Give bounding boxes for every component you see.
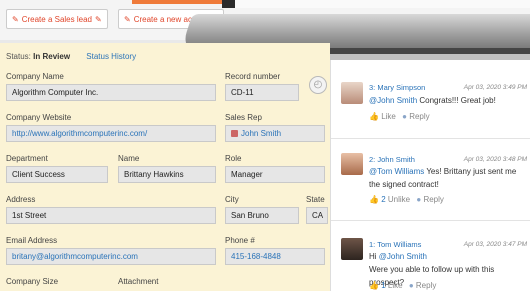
- company-size-label: Company Size: [6, 277, 59, 286]
- mention-link[interactable]: @Tom Williams: [369, 167, 424, 176]
- comment-number: 1:: [369, 240, 376, 249]
- comment-author: 2: John Smith: [369, 155, 415, 164]
- reply-button[interactable]: Reply: [409, 112, 429, 121]
- comment-author: 1: Tom Williams: [369, 240, 421, 249]
- comment-actions: 👍 2 Unlike ● Reply: [369, 195, 444, 204]
- city-label: City: [225, 195, 239, 204]
- thumbs-up-icon: 👍: [369, 195, 379, 204]
- pin-icon: ✎: [12, 14, 19, 24]
- email-label: Email Address: [6, 236, 58, 245]
- status-line: Status: In Review Status History: [6, 52, 136, 61]
- company-website-label: Company Website: [6, 113, 72, 122]
- phone-label: Phone #: [225, 236, 255, 245]
- state-field[interactable]: CA: [306, 207, 328, 224]
- comment-number: 2:: [369, 155, 376, 164]
- status-label: Status:: [6, 52, 31, 61]
- pin-icon: ✎: [124, 14, 131, 24]
- comment-author: 3: Mary Simpson: [369, 83, 425, 92]
- sales-rep-avatar: [231, 130, 238, 137]
- avatar: [341, 238, 363, 260]
- speech-bubble-icon: ●: [416, 195, 422, 204]
- role-label: Role: [225, 154, 242, 163]
- address-field[interactable]: 1st Street: [6, 207, 216, 224]
- like-button[interactable]: Like: [388, 281, 403, 290]
- create-sales-lead-label: Create a Sales lead: [21, 14, 92, 24]
- comment-date: Apr 03, 2020 3:48 PM: [463, 156, 527, 163]
- thumbs-up-icon: 👍: [369, 112, 379, 121]
- phone-field[interactable]: 415-168-4848: [225, 248, 325, 265]
- comment-body: @John Smith Congrats!!! Great job!: [369, 94, 524, 107]
- record-number-label: Record number: [225, 72, 281, 81]
- comment-author-link[interactable]: Tom Williams: [377, 240, 421, 249]
- comment-author-link[interactable]: Mary Simpson: [377, 83, 425, 92]
- comment-body: @Tom Williams Yes! Brittany just sent me…: [369, 165, 524, 191]
- comment-prefix: Hi: [369, 252, 379, 261]
- avatar: [341, 82, 363, 104]
- sales-rep-field[interactable]: John Smith: [225, 125, 325, 142]
- comment-date: Apr 03, 2020 3:47 PM: [463, 241, 527, 248]
- comment-date: Apr 03, 2020 3:49 PM: [463, 84, 527, 91]
- comment-actions: 👍 Like ● Reply: [369, 112, 430, 121]
- comment-text: Congrats!!! Great job!: [417, 96, 496, 105]
- sales-rep-label: Sales Rep: [225, 113, 262, 122]
- department-field[interactable]: Client Success: [6, 166, 108, 183]
- pin-icon: ✎: [94, 14, 102, 24]
- reply-button[interactable]: Reply: [423, 195, 443, 204]
- company-name-label: Company Name: [6, 72, 64, 81]
- like-count: 1: [381, 281, 386, 290]
- status-history-link[interactable]: Status History: [86, 52, 136, 61]
- mention-link[interactable]: @John Smith: [369, 96, 417, 105]
- status-value: In Review: [33, 52, 71, 61]
- email-field[interactable]: britany@algorithmcomputerinc.com: [6, 248, 216, 265]
- state-label: State: [306, 195, 325, 204]
- active-tab-indicator: [132, 0, 224, 4]
- divider: [331, 138, 530, 139]
- attachment-label: Attachment: [118, 277, 159, 286]
- speech-bubble-icon: ●: [408, 281, 414, 290]
- laptop-screen: [235, 0, 530, 8]
- avatar: [341, 153, 363, 175]
- company-name-field[interactable]: Algorithm Computer Inc.: [6, 84, 216, 101]
- name-label: Name: [118, 154, 140, 163]
- company-website-field[interactable]: http://www.algorithmcomputerinc.com/: [6, 125, 216, 142]
- comments-panel: 3: Mary Simpson Apr 03, 2020 3:49 PM @Jo…: [330, 60, 530, 291]
- thumbs-up-icon: 👍: [369, 281, 379, 290]
- record-number-field[interactable]: CD-11: [225, 84, 299, 101]
- role-field[interactable]: Manager: [225, 166, 325, 183]
- divider: [331, 220, 530, 221]
- like-button[interactable]: Like: [381, 112, 396, 121]
- like-count: 2: [381, 195, 386, 204]
- name-field[interactable]: Brittany Hawkins: [118, 166, 216, 183]
- comment-actions: 👍 1 Like ● Reply: [369, 281, 436, 290]
- comment-number: 3:: [369, 83, 376, 92]
- city-field[interactable]: San Bruno: [225, 207, 299, 224]
- comment-author-link[interactable]: John Smith: [377, 155, 415, 164]
- department-label: Department: [6, 154, 48, 163]
- unlike-button[interactable]: Unlike: [388, 195, 410, 204]
- speech-bubble-icon: ●: [402, 112, 407, 121]
- address-label: Address: [6, 195, 36, 204]
- sales-rep-name: John Smith: [241, 129, 282, 138]
- reply-button[interactable]: Reply: [416, 281, 436, 290]
- create-sales-lead-button[interactable]: ✎ Create a Sales lead ✎: [6, 9, 108, 29]
- mention-link[interactable]: @John Smith: [379, 252, 427, 261]
- clock-icon[interactable]: ◴: [309, 76, 327, 94]
